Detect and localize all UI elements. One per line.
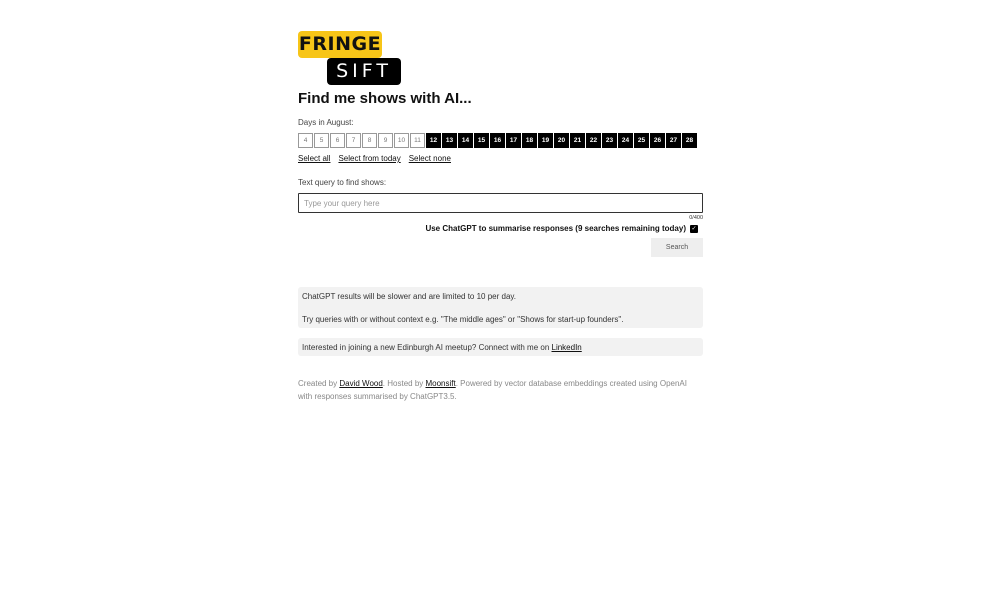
logo-fringe: FRINGE xyxy=(298,31,382,58)
summarise-label: Use ChatGPT to summarise responses (9 se… xyxy=(425,224,686,233)
day-11-button[interactable]: 11 xyxy=(410,133,425,148)
day-26-button[interactable]: 26 xyxy=(650,133,665,148)
search-row: Search xyxy=(298,238,703,257)
day-7-button[interactable]: 7 xyxy=(346,133,361,148)
day-4-button[interactable]: 4 xyxy=(298,133,313,148)
search-button[interactable]: Search xyxy=(651,238,703,257)
day-27-button[interactable]: 27 xyxy=(666,133,681,148)
select-none-button[interactable]: Select none xyxy=(409,154,451,163)
footer: Created by David Wood. Hosted by Moonsif… xyxy=(298,378,703,404)
linkedin-link[interactable]: LinkedIn xyxy=(552,343,582,352)
day-22-button[interactable]: 22 xyxy=(586,133,601,148)
page-title: Find me shows with AI... xyxy=(298,90,472,107)
day-14-button[interactable]: 14 xyxy=(458,133,473,148)
day-18-button[interactable]: 18 xyxy=(522,133,537,148)
day-17-button[interactable]: 17 xyxy=(506,133,521,148)
info-box: ChatGPT results will be slower and are l… xyxy=(298,287,703,329)
day-12-button[interactable]: 12 xyxy=(426,133,441,148)
author-link[interactable]: David Wood xyxy=(339,379,382,388)
days-label: Days in August: xyxy=(298,118,354,127)
day-16-button[interactable]: 16 xyxy=(490,133,505,148)
day-15-button[interactable]: 15 xyxy=(474,133,489,148)
day-25-button[interactable]: 25 xyxy=(634,133,649,148)
footer-hosted-by: . Hosted by xyxy=(382,379,426,389)
main-container: FRINGE SIFT Find me shows with AI... Day… xyxy=(298,31,703,404)
select-from-today-button[interactable]: Select from today xyxy=(338,154,400,163)
footer-created-by: Created by xyxy=(298,379,340,389)
meetup-box: Interested in joining a new Edinburgh AI… xyxy=(298,338,703,357)
day-actions: Select all Select from today Select none xyxy=(298,154,703,163)
day-21-button[interactable]: 21 xyxy=(570,133,585,148)
fringe-sift-logo[interactable]: FRINGE SIFT xyxy=(298,31,402,85)
day-28-button[interactable]: 28 xyxy=(682,133,697,148)
moonsift-link[interactable]: Moonsift xyxy=(425,379,455,388)
character-counter: 0/400 xyxy=(689,215,703,221)
logo-sift: SIFT xyxy=(327,58,401,85)
day-19-button[interactable]: 19 xyxy=(538,133,553,148)
day-5-button[interactable]: 5 xyxy=(314,133,329,148)
query-input[interactable] xyxy=(298,193,703,213)
day-8-button[interactable]: 8 xyxy=(362,133,377,148)
day-20-button[interactable]: 20 xyxy=(554,133,569,148)
summarise-checkbox[interactable]: ✓ xyxy=(690,224,698,233)
summarise-row: Use ChatGPT to summarise responses (9 se… xyxy=(298,224,703,233)
select-all-button[interactable]: Select all xyxy=(298,154,330,163)
info-line-limit: ChatGPT results will be slower and are l… xyxy=(302,292,517,301)
day-24-button[interactable]: 24 xyxy=(618,133,633,148)
info-line-tips: Try queries with or without context e.g.… xyxy=(302,314,624,324)
query-label: Text query to find shows: xyxy=(298,178,387,187)
day-9-button[interactable]: 9 xyxy=(378,133,393,148)
day-10-button[interactable]: 10 xyxy=(394,133,409,148)
meetup-text: Interested in joining a new Edinburgh AI… xyxy=(302,343,552,353)
day-selector: 4 5 6 7 8 9 10 11 12 13 14 15 16 17 18 19 20 21 22 23 24 25 26… xyxy=(298,133,703,148)
day-13-button[interactable]: 13 xyxy=(442,133,457,148)
day-23-button[interactable]: 23 xyxy=(602,133,617,148)
day-6-button[interactable]: 6 xyxy=(330,133,345,148)
